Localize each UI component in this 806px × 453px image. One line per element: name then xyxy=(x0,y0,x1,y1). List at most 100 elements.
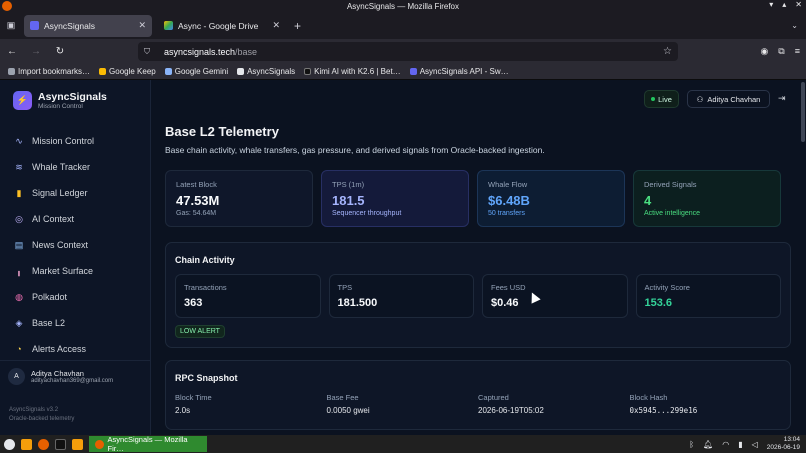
forward-icon[interactable]: → xyxy=(30,46,42,57)
sidebar-item-signal-ledger[interactable]: ▮ Signal Ledger xyxy=(0,180,150,206)
clock[interactable]: 13:04 2026-06-19 xyxy=(767,436,800,452)
page-description: Base chain activity, whale transfers, ga… xyxy=(165,145,545,155)
globe-icon: ◍ xyxy=(15,291,23,302)
rpc-captured: Captured 2026-06-19T05:02 xyxy=(478,393,544,415)
asyncsignals-favicon-icon xyxy=(30,21,39,30)
wifi-icon[interactable]: ◠ xyxy=(722,440,729,449)
page-content: Base L2 Telemetry Base chain activity, w… xyxy=(165,124,791,430)
bookmark-item[interactable]: Google Gemini xyxy=(164,67,228,76)
main-content: Live ⚇ Aditya Chavhan ⇥ Base L2 Telemetry… xyxy=(151,80,806,435)
files-icon[interactable] xyxy=(21,438,32,450)
start-menu-icon[interactable] xyxy=(4,438,15,450)
bookmark-item[interactable]: Kimi AI with K2.6 | Bet… xyxy=(304,67,401,76)
maximize-icon[interactable]: ▴ xyxy=(782,0,786,9)
sidebar-item-polkadot[interactable]: ◍ Polkadot xyxy=(0,284,150,310)
sidebar-nav: ∿ Mission Control ≋ Whale Tracker ▮ Signal … xyxy=(0,120,150,362)
sidebar-item-alerts-access[interactable]: ◔ Alerts Access xyxy=(0,336,150,362)
bookmark-item[interactable]: Google Keep xyxy=(99,67,156,76)
tab-list-icon[interactable]: ▣ xyxy=(4,20,18,31)
firefox-taskbar-icon[interactable] xyxy=(38,438,49,450)
extensions-icon[interactable]: ⧉ xyxy=(778,46,784,57)
minimize-icon[interactable]: ▾ xyxy=(769,0,773,9)
close-window-icon[interactable]: ✕ xyxy=(795,0,802,9)
keep-icon xyxy=(99,68,107,75)
panel-title: RPC Snapshot xyxy=(175,373,238,383)
chart-icon: ╻ xyxy=(16,265,22,276)
stat-card-derived-signals: Derived Signals 4 Active intelligence xyxy=(633,170,781,227)
nav-toolbar: ← → ↻ ⛉ asyncsignals.tech/base ☆ ◉ ⧉ ≡ xyxy=(0,39,806,64)
newspaper-icon: ▤ xyxy=(14,239,24,250)
stat-card-tps: TPS (1m) 181.5 Sequencer throughput xyxy=(321,170,469,227)
scrollbar-thumb[interactable] xyxy=(801,82,805,142)
screen: AsyncSignals — Mozilla Firefox ▾ ▴ ✕ ▣ A… xyxy=(0,0,806,453)
shield-icon[interactable]: ⛉ xyxy=(144,47,150,57)
tab-bar: ▣ AsyncSignals ✕ Async - Google Drive ✕ … xyxy=(0,12,806,39)
battery-icon[interactable]: ▮ xyxy=(738,440,742,449)
asyncsignals-bookmark-icon xyxy=(237,68,245,75)
url-bar[interactable]: ⛉ asyncsignals.tech/base ☆ xyxy=(138,42,678,61)
reload-icon[interactable]: ↻ xyxy=(54,46,66,57)
user-menu-button[interactable]: ⚇ Aditya Chavhan xyxy=(687,90,770,108)
sidebar-item-market-surface[interactable]: ╻ Market Surface xyxy=(0,258,150,284)
list-all-tabs-icon[interactable]: ⌄ xyxy=(791,21,798,30)
activity-icon: ∿ xyxy=(15,135,23,146)
app: ⚡ AsyncSignals Mission Control ∿ Mission … xyxy=(0,80,806,435)
sidebar-item-whale-tracker[interactable]: ≋ Whale Tracker xyxy=(0,154,150,180)
tab-google-drive[interactable]: Async - Google Drive ✕ xyxy=(158,15,286,37)
volume-icon[interactable]: ◁ xyxy=(752,440,758,449)
rpc-block-time: Block Time 2.0s xyxy=(175,393,212,415)
sidebar-user[interactable]: A Aditya Chavhan adityachavhan369@gmail.… xyxy=(0,360,150,392)
tab-label: Async - Google Drive xyxy=(178,20,259,31)
taskbar-task-firefox[interactable]: AsyncSignals — Mozilla Fir… xyxy=(89,435,207,453)
stat-card-latest-block: Latest Block 47.53M Gas: 54.64M xyxy=(165,170,313,227)
avatar: A xyxy=(8,368,25,385)
terminal-icon[interactable] xyxy=(55,438,66,450)
sidebar-item-ai-context[interactable]: ◎ AI Context xyxy=(0,206,150,232)
waves-icon: ≋ xyxy=(15,161,23,172)
close-tab-icon[interactable]: ✕ xyxy=(138,20,146,31)
rpc-block-hash: Block Hash 0x5945...299e16 xyxy=(629,393,698,415)
sidebar-item-news-context[interactable]: ▤ News Context xyxy=(0,232,150,258)
close-tab-icon[interactable]: ✕ xyxy=(272,20,280,31)
stat-cards: Latest Block 47.53M Gas: 54.64M TPS (1m)… xyxy=(165,170,791,227)
rpc-fields: Block Time 2.0s Base Fee 0.0050 gwei Captu… xyxy=(166,383,790,415)
url-path: /base xyxy=(235,46,258,57)
brand-name: AsyncSignals xyxy=(38,90,107,103)
sidebar-item-base-l2[interactable]: ◈ Base L2 xyxy=(0,310,150,336)
panel-title: Chain Activity xyxy=(175,255,235,265)
bookmarks-bar: Import bookmarks… Google Keep Google Gem… xyxy=(0,64,806,80)
bookmark-item[interactable]: AsyncSignals API - Sw… xyxy=(409,67,509,76)
logout-icon[interactable]: ⇥ xyxy=(778,93,786,104)
folder-icon[interactable] xyxy=(72,438,83,450)
bluetooth-icon[interactable]: ᛒ xyxy=(689,440,694,449)
gemini-icon xyxy=(164,68,172,75)
new-tab-icon[interactable]: + xyxy=(294,19,301,33)
chain-activity-panel: Chain Activity Transactions 363 TPS 181.50… xyxy=(165,242,791,348)
back-icon[interactable]: ← xyxy=(6,46,18,57)
bookmark-item[interactable]: Import bookmarks… xyxy=(8,67,90,76)
firefox-task-icon xyxy=(95,439,104,449)
window-titlebar: AsyncSignals — Mozilla Firefox ▾ ▴ ✕ xyxy=(0,0,806,12)
brand-subtitle: Mission Control xyxy=(38,102,83,110)
rpc-base-fee: Base Fee 0.0050 gwei xyxy=(326,393,370,415)
metric-transactions: Transactions 363 xyxy=(175,274,321,318)
page-scrollbar[interactable] xyxy=(800,80,806,435)
window-controls: ▾ ▴ ✕ xyxy=(769,0,802,9)
notification-icon[interactable]: 🔔︎ xyxy=(703,440,713,449)
layers-icon: ◈ xyxy=(15,317,23,328)
top-bar: Live ⚇ Aditya Chavhan ⇥ xyxy=(151,80,806,120)
bookmark-star-icon[interactable]: ☆ xyxy=(663,46,672,57)
brand[interactable]: ⚡ AsyncSignals Mission Control xyxy=(0,80,150,120)
tab-asyncsignals[interactable]: AsyncSignals ✕ xyxy=(24,14,152,37)
bookmark-item[interactable]: AsyncSignals xyxy=(237,67,295,76)
menu-icon[interactable]: ≡ xyxy=(795,46,800,57)
sidebar: ⚡ AsyncSignals Mission Control ∿ Mission … xyxy=(0,80,151,435)
system-tray: ᛒ 🔔︎ ◠ ▮ ◁ 13:04 2026-06-19 xyxy=(689,436,806,452)
brain-icon: ◎ xyxy=(15,213,23,224)
rpc-snapshot-panel: RPC Snapshot Block Time 2.0s Base Fee 0.00… xyxy=(165,360,791,430)
user-email: adityachavhan369@gmail.com xyxy=(31,378,114,384)
sidebar-item-mission-control[interactable]: ∿ Mission Control xyxy=(0,128,150,154)
user-name: Aditya Chavhan xyxy=(31,369,84,378)
taskbar: AsyncSignals — Mozilla Fir… ᛒ 🔔︎ ◠ ▮ ◁ 1… xyxy=(0,435,806,453)
account-icon[interactable]: ◉ xyxy=(760,46,768,57)
